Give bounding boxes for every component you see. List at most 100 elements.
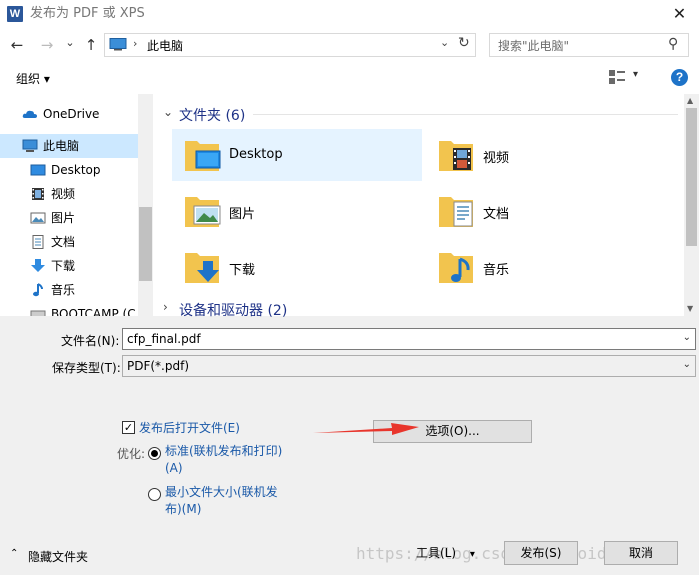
sidebar-item-label: 文档 bbox=[51, 235, 76, 249]
folder-tile-desktop[interactable]: Desktop bbox=[172, 129, 422, 181]
sidebar-item-label: 音乐 bbox=[51, 283, 76, 297]
desktop-folder-icon bbox=[185, 141, 221, 171]
address-bar[interactable]: › 此电脑 ⌄ ↻ bbox=[104, 33, 476, 57]
music-icon bbox=[33, 283, 43, 297]
minimum-label-line1: 最小文件大小(联机发 bbox=[165, 485, 278, 499]
tools-dropdown-icon[interactable]: ▾ bbox=[470, 549, 475, 560]
organize-menu-button[interactable]: 组织 ▾ bbox=[16, 70, 50, 87]
view-dropdown-icon[interactable]: ▾ bbox=[633, 69, 638, 80]
folder-tile-downloads[interactable]: 下载 bbox=[172, 241, 422, 293]
file-list-scroll-thumb[interactable] bbox=[686, 108, 697, 246]
folder-label: 图片 bbox=[229, 207, 256, 222]
file-type-select[interactable]: PDF(*.pdf) ⌄ bbox=[122, 355, 696, 377]
close-button[interactable]: ✕ bbox=[660, 0, 699, 28]
standard-label-line2: (A) bbox=[165, 461, 183, 475]
computer-icon bbox=[109, 38, 127, 51]
search-icon[interactable]: ⚲ bbox=[668, 36, 678, 52]
filename-label: 文件名(N): bbox=[61, 334, 120, 348]
picture-icon bbox=[30, 212, 46, 224]
download-icon bbox=[31, 259, 45, 272]
group-title: 文件夹 (6) bbox=[179, 108, 246, 124]
folder-label: 视频 bbox=[483, 151, 510, 166]
desktop-icon bbox=[30, 164, 46, 176]
picture-folder-icon bbox=[185, 197, 221, 227]
sidebar-item-downloads[interactable]: 下载 bbox=[0, 254, 138, 278]
sidebar-item-documents[interactable]: 文档 bbox=[0, 230, 138, 254]
folder-tile-documents[interactable]: 文档 bbox=[426, 185, 676, 237]
sidebar-item-pictures[interactable]: 图片 bbox=[0, 206, 138, 230]
minimum-label-line2: 布)(M) bbox=[165, 502, 202, 516]
filename-dropdown-icon[interactable]: ⌄ bbox=[683, 332, 691, 343]
sidebar-item-this-pc[interactable]: 此电脑 bbox=[0, 134, 138, 158]
minimum-size-radio-label[interactable]: 最小文件大小(联机发 布)(M) bbox=[165, 484, 278, 518]
sidebar-item-label: Desktop bbox=[51, 163, 101, 177]
back-arrow-icon[interactable]: ← bbox=[7, 34, 27, 56]
sidebar-item-label: BOOTCAMP (C bbox=[51, 307, 136, 316]
help-icon[interactable]: ? bbox=[671, 69, 688, 86]
up-arrow-icon[interactable]: ↑ bbox=[81, 34, 101, 56]
standard-radio-label[interactable]: 标准(联机发布和打印) (A) bbox=[165, 443, 282, 477]
forward-arrow-icon[interactable]: → bbox=[37, 34, 57, 56]
sidebar-item-label: 图片 bbox=[51, 211, 76, 225]
open-after-publish-label[interactable]: 发布后打开文件(E) bbox=[139, 419, 240, 436]
sidebar-item-label: OneDrive bbox=[43, 107, 100, 121]
sidebar-scrollbar[interactable] bbox=[138, 94, 153, 316]
search-input[interactable]: 搜索"此电脑" bbox=[498, 37, 569, 54]
tools-label: 工具(L) bbox=[416, 546, 457, 560]
music-folder-icon bbox=[439, 253, 473, 283]
expand-chevron-icon[interactable]: › bbox=[163, 300, 168, 314]
view-options-icon[interactable] bbox=[608, 69, 626, 85]
file-type-value[interactable]: PDF(*.pdf) bbox=[127, 359, 189, 373]
computer-icon bbox=[22, 139, 38, 152]
standard-label-line1: 标准(联机发布和打印) bbox=[165, 444, 283, 458]
radio-selected-dot bbox=[151, 450, 158, 457]
folder-tile-music[interactable]: 音乐 bbox=[426, 241, 676, 293]
sidebar-item-onedrive[interactable]: OneDrive bbox=[0, 102, 138, 126]
collapse-up-chevron-icon[interactable]: ⌃ bbox=[10, 548, 18, 559]
cancel-button[interactable]: 取消 bbox=[604, 541, 678, 565]
folder-tile-videos[interactable]: 视频 bbox=[426, 129, 676, 181]
sidebar-item-label: 视频 bbox=[51, 187, 76, 201]
standard-radio[interactable] bbox=[148, 447, 161, 460]
open-after-publish-checkbox[interactable]: ✓ bbox=[122, 421, 135, 434]
refresh-icon[interactable]: ↻ bbox=[458, 35, 470, 51]
optimize-label: 优化: bbox=[117, 447, 146, 461]
minimum-size-radio[interactable] bbox=[148, 488, 161, 501]
sidebar-item-desktop[interactable]: Desktop bbox=[0, 158, 138, 182]
group-title: 设备和驱动器 (2) bbox=[179, 303, 288, 319]
scroll-up-arrow-icon[interactable]: ▲ bbox=[687, 96, 693, 105]
search-box[interactable]: 搜索"此电脑" ⚲ bbox=[489, 33, 689, 57]
scroll-down-arrow-icon[interactable]: ▼ bbox=[687, 304, 693, 313]
address-dropdown-icon[interactable]: ⌄ bbox=[440, 36, 449, 49]
drive-icon bbox=[30, 310, 46, 316]
title-bar: W 发布为 PDF 或 XPS ✕ bbox=[0, 0, 699, 28]
navigation-bar: ← → ⌄ ↑ › 此电脑 ⌄ ↻ 搜索"此电脑" ⚲ bbox=[0, 28, 699, 62]
sidebar-item-videos[interactable]: 视频 bbox=[0, 182, 138, 206]
file-type-label: 保存类型(T): bbox=[52, 361, 121, 375]
folder-label: Desktop bbox=[229, 147, 283, 162]
folder-label: 文档 bbox=[483, 207, 510, 222]
sidebar-item-music[interactable]: 音乐 bbox=[0, 278, 138, 302]
collapse-chevron-icon[interactable]: ⌄ bbox=[163, 105, 173, 119]
recent-locations-chevron-icon[interactable]: ⌄ bbox=[60, 32, 80, 54]
tools-menu-button[interactable]: 工具(L) ▾ bbox=[416, 544, 475, 561]
file-type-dropdown-icon[interactable]: ⌄ bbox=[683, 359, 691, 370]
toolbar: 组织 ▾ ▾ ? bbox=[0, 62, 699, 94]
hide-folders-label: 隐藏文件夹 bbox=[28, 550, 89, 564]
filename-input[interactable]: cfp_final.pdf bbox=[127, 332, 201, 346]
navigation-pane: OneDrive 此电脑 Desktop 视频 图片 文档 下载 音乐 BOOT… bbox=[0, 94, 153, 316]
document-icon bbox=[32, 235, 44, 249]
sidebar-item-bootcamp-drive[interactable]: BOOTCAMP (C bbox=[0, 302, 138, 316]
sidebar-item-label: 此电脑 bbox=[43, 139, 80, 153]
cloud-icon bbox=[22, 110, 37, 118]
filename-field[interactable]: cfp_final.pdf ⌄ bbox=[122, 328, 696, 350]
red-arrow-annotation-icon bbox=[313, 423, 419, 435]
address-text[interactable]: 此电脑 bbox=[147, 37, 183, 54]
file-list-scrollbar[interactable]: ▲ ▼ bbox=[684, 94, 699, 316]
group-divider bbox=[253, 114, 678, 115]
folder-tile-pictures[interactable]: 图片 bbox=[172, 185, 422, 237]
video-folder-icon bbox=[439, 141, 473, 171]
publish-button[interactable]: 发布(S) bbox=[504, 541, 578, 565]
sidebar-scroll-thumb[interactable] bbox=[139, 207, 152, 281]
breadcrumb-separator-icon[interactable]: › bbox=[133, 37, 137, 50]
